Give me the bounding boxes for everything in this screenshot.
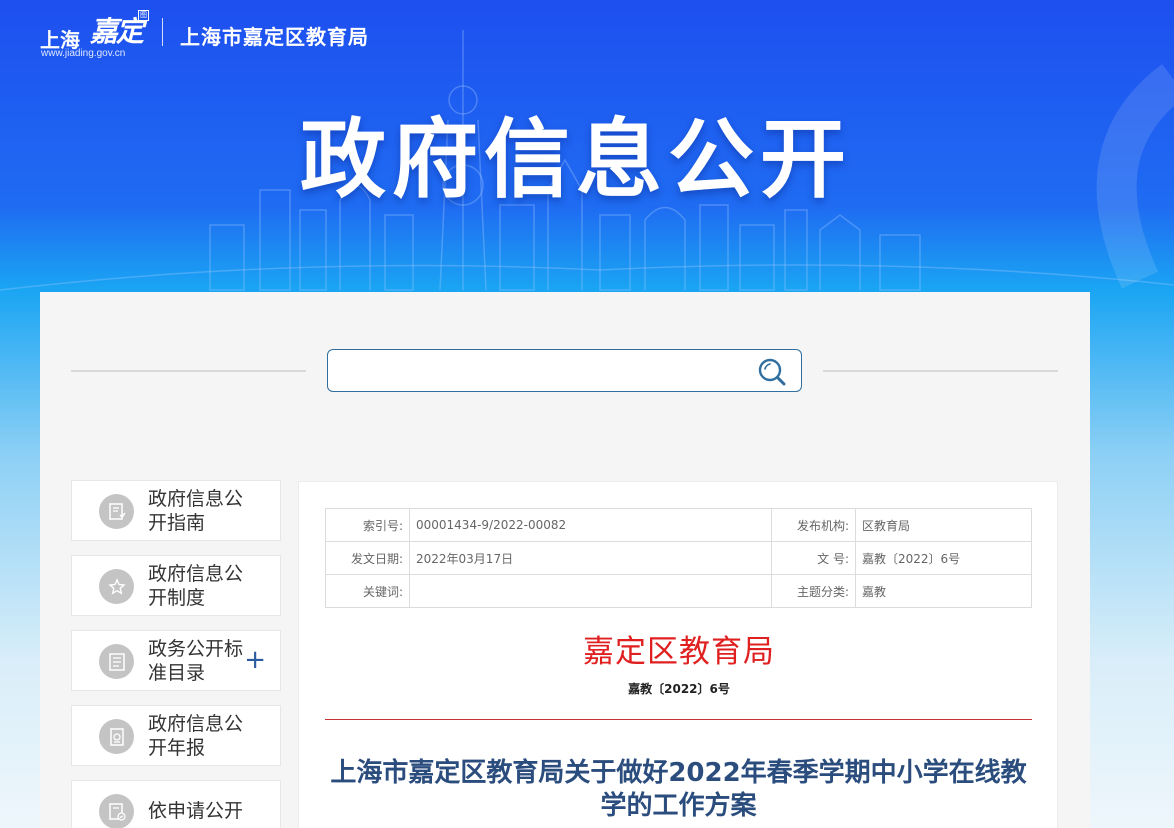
meta-value: 嘉教〔2022〕6号 bbox=[855, 541, 1032, 575]
guide-doc-icon bbox=[99, 494, 134, 529]
apply-check-icon bbox=[99, 794, 134, 828]
table-row: 发文日期: 2022年03月17日 文 号: 嘉教〔2022〕6号 bbox=[325, 541, 1032, 575]
org-name[interactable]: 上海市嘉定区教育局 bbox=[180, 21, 369, 50]
document-title: 上海市嘉定区教育局关于做好2022年春季学期中小学在线教学的工作方案 bbox=[330, 758, 1027, 821]
sidebar-item-label: 政务公开标准目录 bbox=[148, 638, 244, 684]
sidebar-item-label: 政府信息公开指南 bbox=[148, 488, 244, 534]
logo-divider bbox=[162, 18, 163, 46]
meta-key: 主题分类: bbox=[771, 574, 856, 608]
meta-key: 文 号: bbox=[771, 541, 856, 575]
report-icon bbox=[99, 719, 134, 754]
meta-value: 00001434-9/2022-00082 bbox=[409, 508, 772, 542]
logo-jiading-text: 嘉定 bbox=[90, 15, 144, 48]
meta-value: 2022年03月17日 bbox=[409, 541, 772, 575]
list-doc-icon bbox=[99, 644, 134, 679]
document-issuer: 嘉定区教育局 bbox=[583, 634, 775, 670]
document-meta-table: 索引号: 00001434-9/2022-00082 发布机构: 区教育局 发文… bbox=[325, 508, 1032, 608]
meta-key: 发布机构: bbox=[771, 508, 856, 542]
document-red-rule bbox=[325, 719, 1032, 720]
sidebar: 政府信息公开指南 政府信息公开制度 政务公开标准目录 + 政府信息公开年报 依申… bbox=[71, 480, 281, 828]
banner: 上海 嘉定 图 www.jiading.gov.cn 上海市嘉定区教育局 政府信… bbox=[0, 0, 1174, 300]
sidebar-item-label: 政府信息公开年报 bbox=[148, 713, 244, 759]
logo-seal-icon: 图 bbox=[138, 10, 149, 21]
sidebar-item-system[interactable]: 政府信息公开制度 bbox=[71, 555, 281, 616]
sidebar-item-catalog[interactable]: 政务公开标准目录 + bbox=[71, 630, 281, 691]
table-row: 索引号: 00001434-9/2022-00082 发布机构: 区教育局 bbox=[325, 508, 1032, 542]
document-content: 索引号: 00001434-9/2022-00082 发布机构: 区教育局 发文… bbox=[298, 481, 1058, 828]
sidebar-item-label: 政府信息公开制度 bbox=[148, 563, 244, 609]
search-input[interactable] bbox=[338, 358, 738, 384]
logo-url-text: www.jiading.gov.cn bbox=[41, 48, 126, 59]
sidebar-item-apply[interactable]: 依申请公开 bbox=[71, 780, 281, 828]
search-icon[interactable] bbox=[757, 357, 787, 387]
meta-key: 发文日期: bbox=[325, 541, 410, 575]
star-badge-icon bbox=[99, 569, 134, 604]
meta-value bbox=[409, 574, 772, 608]
search-box bbox=[327, 349, 802, 392]
search-divider-left bbox=[71, 370, 306, 372]
meta-key: 索引号: bbox=[325, 508, 410, 542]
sidebar-item-annual-report[interactable]: 政府信息公开年报 bbox=[71, 705, 281, 766]
meta-key: 关键词: bbox=[325, 574, 410, 608]
banner-title: 政府信息公开 bbox=[300, 110, 852, 210]
meta-value: 区教育局 bbox=[855, 508, 1032, 542]
main-panel: 政府信息公开指南 政府信息公开制度 政务公开标准目录 + 政府信息公开年报 依申… bbox=[40, 292, 1090, 828]
meta-value: 嘉教 bbox=[855, 574, 1032, 608]
site-logo[interactable]: 上海 嘉定 图 www.jiading.gov.cn bbox=[40, 8, 150, 64]
expand-plus-icon[interactable]: + bbox=[244, 647, 266, 673]
sidebar-item-guide[interactable]: 政府信息公开指南 bbox=[71, 480, 281, 541]
document-number: 嘉教〔2022〕6号 bbox=[628, 682, 730, 696]
sidebar-item-label: 依申请公开 bbox=[148, 800, 244, 822]
table-row: 关键词: 主题分类: 嘉教 bbox=[325, 574, 1032, 608]
search-divider-right bbox=[823, 370, 1058, 372]
